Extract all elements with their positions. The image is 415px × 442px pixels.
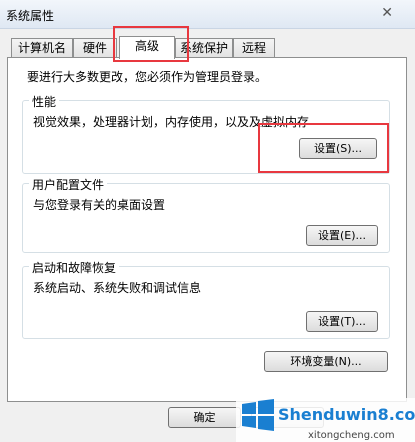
startup-recovery-description: 系统启动、系统失败和调试信息: [33, 281, 202, 295]
user-profiles-description: 与您登录有关的桌面设置: [33, 198, 166, 212]
window-title: 系统属性: [6, 9, 55, 23]
tab-system-protection[interactable]: 系统保护: [175, 38, 233, 57]
user-profiles-settings-button[interactable]: 设置(E)...: [306, 225, 378, 246]
startup-recovery-settings-button[interactable]: 设置(T)...: [306, 311, 378, 332]
close-icon[interactable]: ✕: [381, 5, 393, 21]
startup-recovery-title: 启动和故障恢复: [29, 259, 120, 276]
watermark-sub: xitongcheng.com: [308, 430, 395, 441]
user-profiles-title: 用户配置文件: [29, 176, 108, 193]
startup-recovery-group: 启动和故障恢复 系统启动、系统失败和调试信息 设置(T)...: [22, 259, 390, 339]
tab-hardware[interactable]: 硬件: [73, 38, 117, 57]
performance-title: 性能: [29, 93, 60, 110]
user-profiles-group: 用户配置文件 与您登录有关的桌面设置 设置(E)...: [22, 176, 390, 253]
tab-remote[interactable]: 远程: [233, 38, 275, 57]
tab-advanced[interactable]: 高级: [119, 36, 175, 59]
title-bar: 系统属性 ✕: [0, 0, 415, 29]
ok-button[interactable]: 确定: [168, 407, 241, 428]
tab-strip: 计算机名 硬件 高级 系统保护 远程: [7, 36, 407, 59]
performance-settings-button[interactable]: 设置(S)...: [299, 138, 377, 159]
environment-variables-button[interactable]: 环境变量(N)...: [264, 351, 388, 372]
performance-group: 性能 视觉效果，处理器计划，内存使用，以及及虚拟内存 设置(S)...: [22, 93, 390, 174]
admin-notice: 要进行大多数更改，您必须作为管理员登录。: [27, 70, 268, 84]
cancel-button[interactable]: [251, 407, 324, 428]
performance-description: 视觉效果，处理器计划，内存使用，以及及虚拟内存: [33, 115, 310, 129]
tab-computer-name[interactable]: 计算机名: [11, 38, 73, 57]
